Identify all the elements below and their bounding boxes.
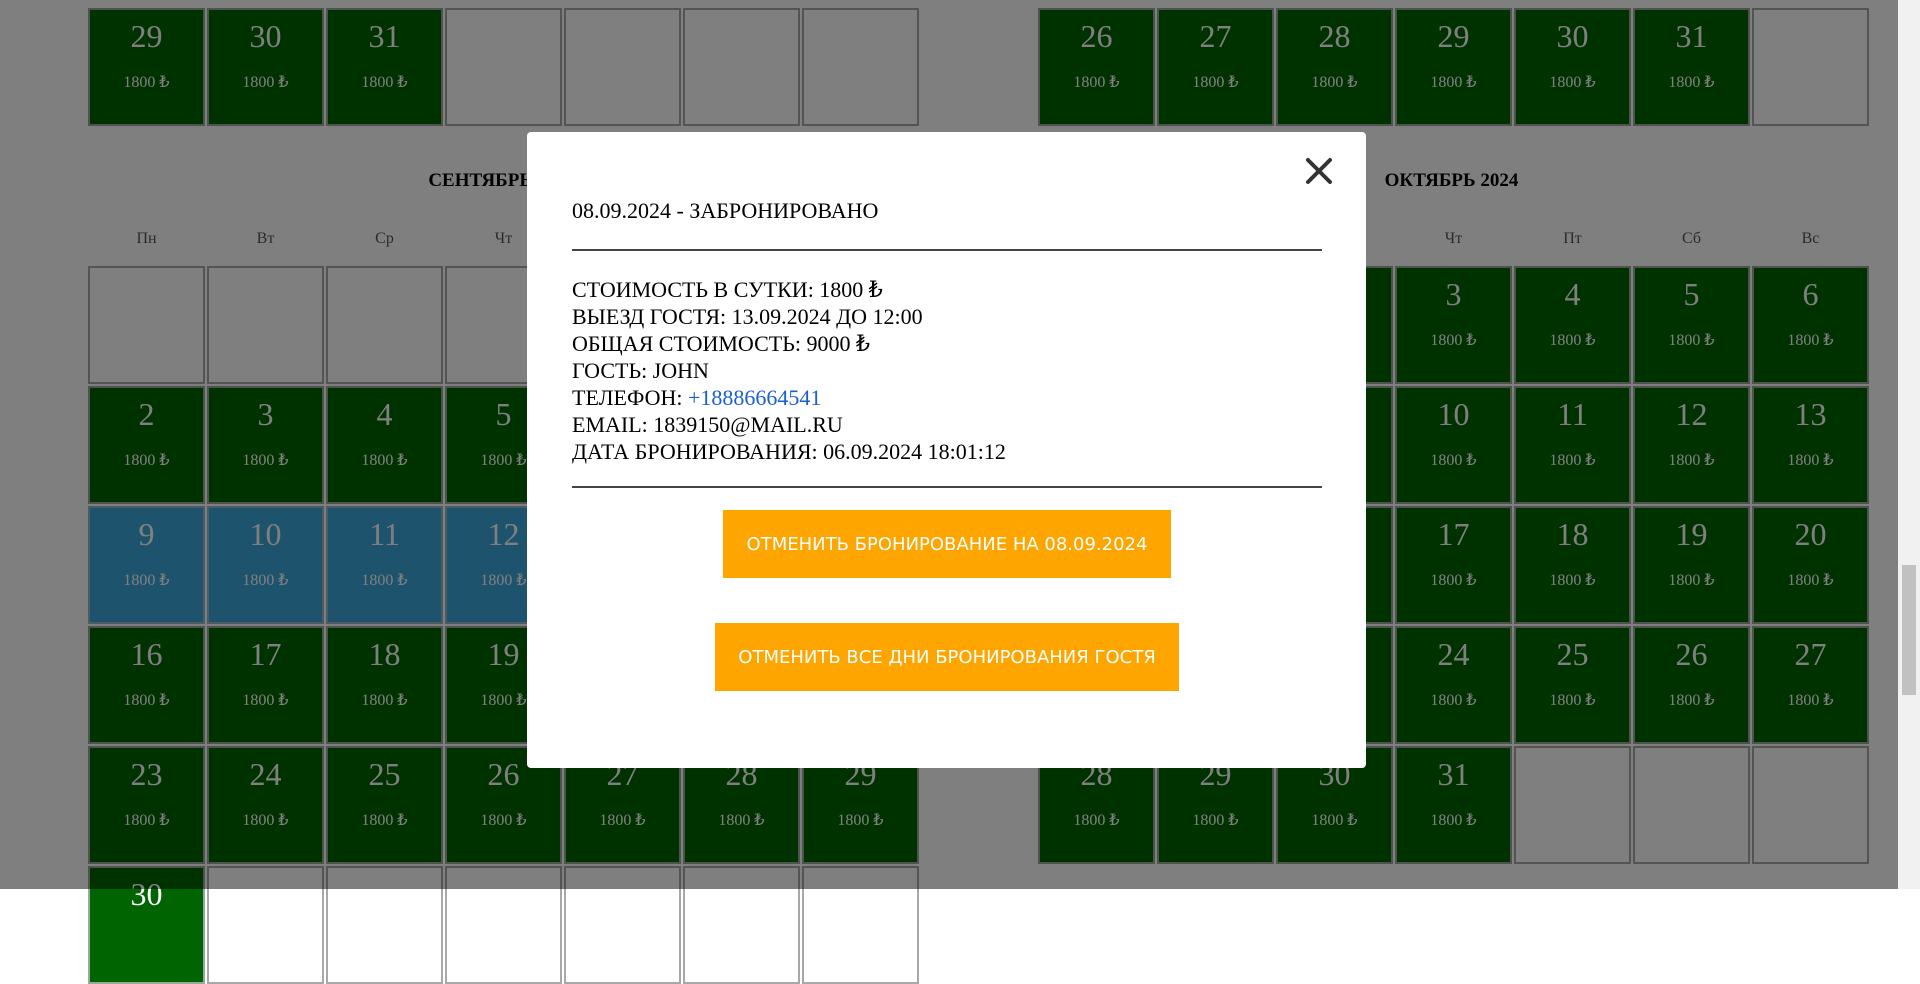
divider <box>572 486 1322 488</box>
checkout-time: ВЫЕЗД ГОСТЯ: 13.09.2024 ДО 12:00 <box>572 304 923 329</box>
cancel-all-guest-bookings-button[interactable]: ОТМЕНИТЬ ВСЕ ДНИ БРОНИРОВАНИЯ ГОСТЯ <box>715 623 1179 691</box>
booking-date: ДАТА БРОНИРОВАНИЯ: 06.09.2024 18:01:12 <box>572 439 1006 464</box>
divider <box>572 249 1322 251</box>
cancel-day-booking-button[interactable]: ОТМЕНИТЬ БРОНИРОВАНИЕ НА 08.09.2024 <box>723 510 1171 578</box>
booking-details: СТОИМОСТЬ В СУТКИ: 1800 ₺ ВЫЕЗД ГОСТЯ: 1… <box>572 276 1006 465</box>
guest-email: EMAIL: 1839150@MAIL.RU <box>572 412 843 437</box>
booking-details-modal: 08.09.2024 - ЗАБРОНИРОВАНО СТОИМОСТЬ В С… <box>527 132 1366 768</box>
guest-name: ГОСТЬ: JOHN <box>572 358 709 383</box>
total-cost: ОБЩАЯ СТОИМОСТЬ: 9000 ₺ <box>572 331 870 356</box>
price-per-day: СТОИМОСТЬ В СУТКИ: 1800 ₺ <box>572 277 883 302</box>
scrollbar-thumb[interactable] <box>1902 565 1916 695</box>
page-scrollbar[interactable] <box>1898 0 1920 889</box>
phone-label: ТЕЛЕФОН: <box>572 385 688 410</box>
phone-link[interactable]: +18886664541 <box>688 385 821 410</box>
guest-phone: ТЕЛЕФОН: +18886664541 <box>572 384 1006 411</box>
close-button[interactable] <box>1302 154 1336 188</box>
close-icon <box>1306 158 1332 184</box>
modal-title: 08.09.2024 - ЗАБРОНИРОВАНО <box>572 198 879 223</box>
